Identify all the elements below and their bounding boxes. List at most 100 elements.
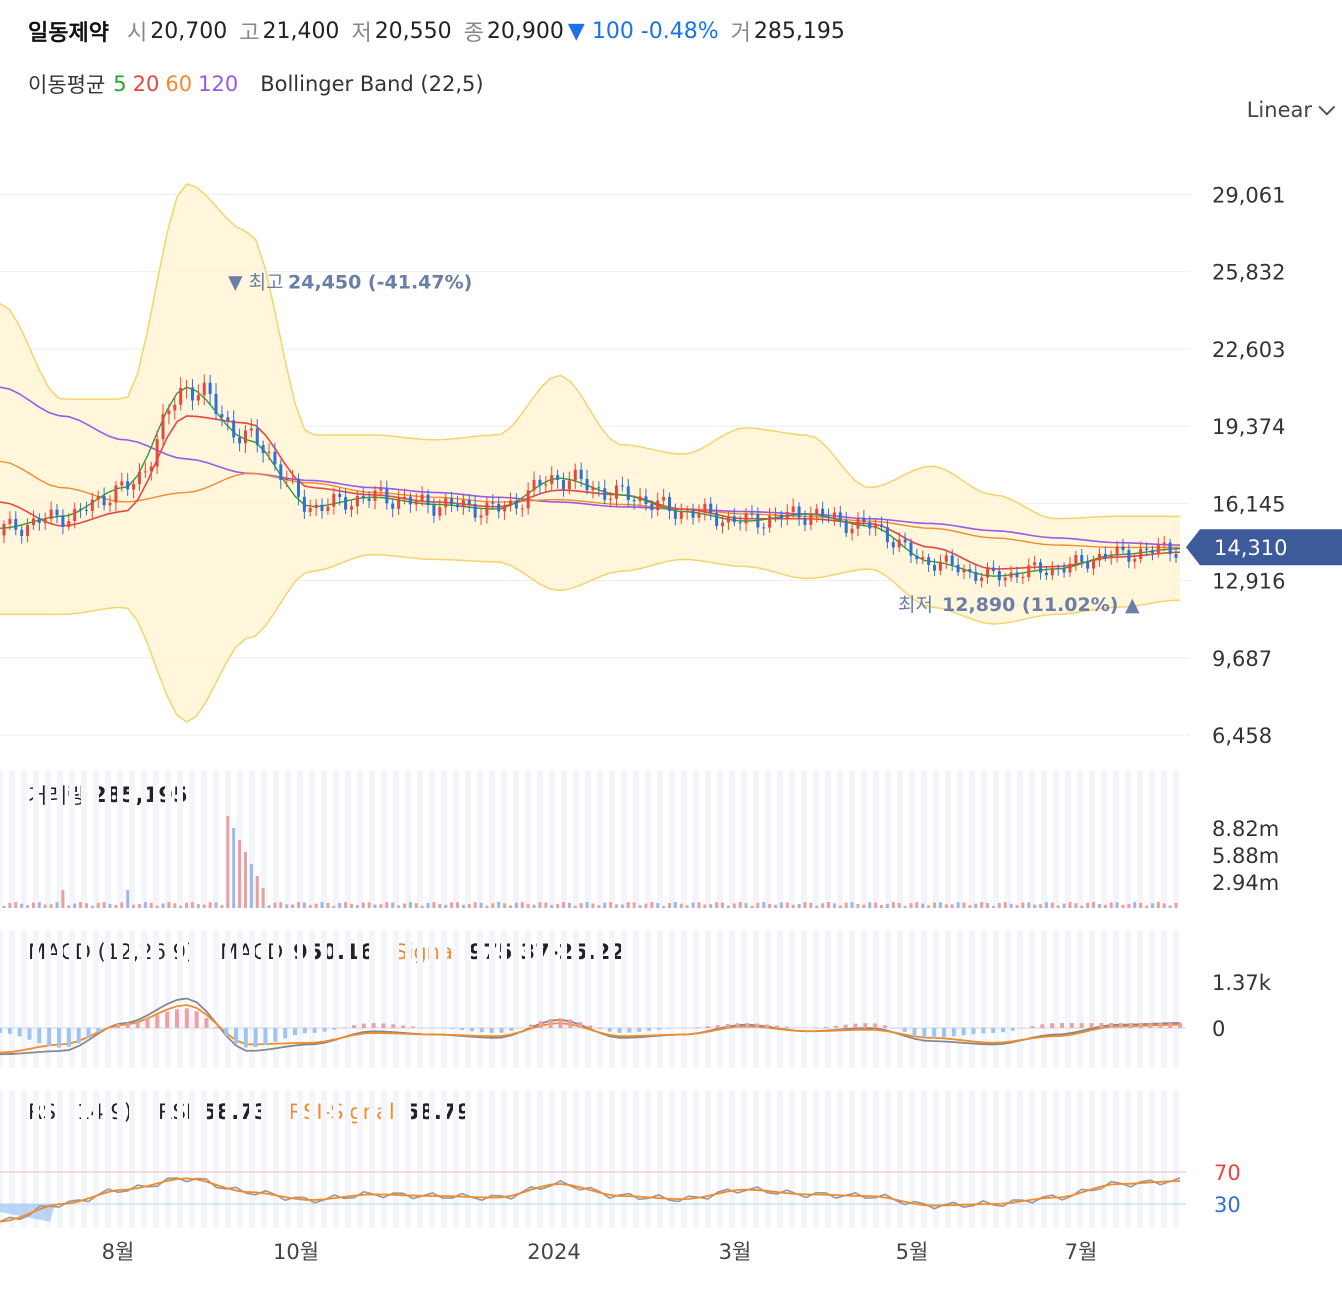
candle-body (508, 500, 512, 507)
volume-bar (26, 905, 30, 908)
candle-body (232, 420, 236, 438)
macd-histogram-bar (971, 1028, 976, 1035)
volume-bar (491, 903, 495, 908)
macd-histogram-bar (1010, 1028, 1015, 1031)
macd-histogram-bar (1138, 1023, 1143, 1028)
candle-body (426, 494, 430, 506)
macd-histogram-bar (735, 1023, 740, 1028)
candle-body (485, 502, 489, 516)
candle-body (26, 525, 30, 536)
candle-body (497, 503, 501, 512)
candle-body (267, 451, 271, 454)
candle-body (756, 514, 760, 528)
macd-histogram-bar (932, 1028, 937, 1038)
candle-body (1056, 567, 1060, 569)
candle-body (120, 481, 124, 486)
volume-bar (520, 902, 524, 908)
candle-body (556, 475, 560, 480)
volume-bar (909, 903, 913, 908)
macd-tick-label: 0 (1212, 1017, 1225, 1041)
candle-body (173, 404, 177, 411)
volume-bar (320, 902, 324, 908)
macd-histogram-bar (106, 1027, 111, 1028)
volume-bar (915, 902, 919, 908)
macd-histogram-bar (0, 1028, 2, 1033)
volume-bar (167, 902, 171, 908)
volume-bar (355, 905, 359, 908)
macd-histogram-bar (637, 1028, 642, 1032)
candle-body (137, 471, 141, 485)
candle-body (768, 515, 772, 528)
candle-body (438, 507, 442, 516)
volume-bar (338, 903, 342, 908)
volume-bar (332, 905, 336, 908)
volume-bar (185, 902, 189, 908)
volume-bar (49, 904, 53, 908)
volume-bar (308, 905, 312, 908)
candle-body (880, 524, 884, 528)
candle-body (414, 500, 418, 505)
macd-histogram-bar (125, 1022, 130, 1028)
macd-histogram-bar (243, 1028, 248, 1048)
volume-bar (238, 840, 242, 908)
candle-body (656, 500, 660, 511)
volume-bar (567, 902, 571, 908)
high-annotation-label: ▼ 최고 (228, 272, 284, 294)
volume-bar (832, 903, 836, 908)
volume-bar (532, 904, 536, 908)
stock-chart[interactable]: 29,061 25,832 22,603 19,374 16,145 12,916 9,68… (0, 0, 1342, 1310)
macd-histogram-bar (902, 1028, 907, 1032)
candle-body (991, 567, 995, 572)
volume-bar (950, 904, 954, 908)
macd-histogram-bar (470, 1028, 474, 1032)
candle-body (402, 496, 406, 499)
candle-body (897, 539, 901, 548)
rsi-tick-30: 30 (1214, 1193, 1241, 1217)
volume-bar (161, 903, 165, 908)
candle-body (61, 515, 65, 527)
volume-bar (450, 902, 454, 908)
volume-bar (544, 902, 548, 908)
macd-histogram-bar (922, 1028, 927, 1038)
candle-body (685, 510, 689, 512)
volume-bar (120, 902, 124, 908)
candle-body (1097, 553, 1101, 561)
volume-tick-label: 2.94m (1212, 871, 1279, 895)
price-tick-label: 22,603 (1212, 338, 1285, 362)
macd-histogram-bar (1001, 1028, 1005, 1033)
volume-bar (874, 902, 878, 908)
volume-bar (526, 904, 530, 908)
candle-body (638, 496, 642, 502)
volume-bar (267, 905, 271, 908)
volume-bar (609, 902, 613, 908)
candle-body (444, 498, 448, 508)
macd-histogram-bar (145, 1018, 150, 1028)
volume-bar (349, 903, 353, 908)
macd-histogram-bar (135, 1021, 140, 1028)
volume-bar (155, 905, 159, 908)
macd-histogram-bar (627, 1028, 632, 1033)
volume-bar (391, 902, 395, 908)
volume-bar (850, 902, 854, 908)
macd-histogram-bar (293, 1028, 297, 1036)
candle-body (862, 518, 866, 523)
macd-histogram-bar (175, 1009, 179, 1028)
volume-bar (1115, 902, 1119, 908)
volume-bar (373, 904, 377, 908)
volume-bar (1056, 905, 1060, 908)
volume-bar (809, 902, 813, 908)
volume-bar (461, 904, 465, 908)
candle-body (579, 469, 583, 479)
candle-body (1156, 545, 1160, 553)
candle-body (455, 504, 459, 508)
volume-bar (402, 903, 406, 908)
candle-body (691, 510, 695, 518)
candle-body (167, 410, 171, 415)
price-tick-label: 19,374 (1212, 415, 1285, 439)
volume-bar (149, 902, 153, 908)
candle-body (591, 487, 595, 491)
volume-bar (756, 902, 760, 908)
macd-histogram-bar (824, 1026, 828, 1028)
high-annotation-value: 24,450 (-41.47%) (288, 272, 472, 294)
volume-bar (550, 904, 554, 908)
